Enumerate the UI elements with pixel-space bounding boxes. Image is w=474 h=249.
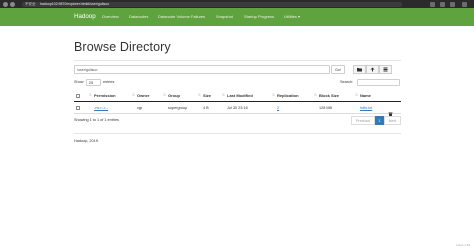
entries-select[interactable]: 25 [86,79,101,86]
header-group[interactable]: Group [168,93,180,98]
sort-icon: ⇅ [132,93,135,97]
sort-icon: ⇅ [314,93,317,97]
upload-icon [370,67,375,72]
search-label: Search: [340,80,354,84]
extension-icon[interactable] [430,1,435,7]
cell-last-modified: Jul 30 23:16 [227,105,248,110]
select-all-checkbox[interactable] [76,94,80,98]
go-button[interactable]: Go! [331,65,345,74]
top-navbar: Hadoop Overview Datanodes Datanode Volum… [0,8,474,26]
cell-block-size: 128 MB [319,105,333,110]
create-directory-button[interactable] [353,65,366,74]
nav-overview[interactable]: Overview [102,8,119,26]
directory-input[interactable]: /user/gulisuo [74,65,330,74]
sort-icon: ⇅ [222,93,225,97]
table-header: Permission ⇅ Owner ⇅ Group ⇅ Size ⇅ Last… [74,90,401,102]
browser-toolbar: 不安全 hadoop102:9870/explorer.html#/user/g… [0,0,474,8]
nav-utilities[interactable]: Utilities ▾ [284,8,300,26]
nav-datanodes[interactable]: Datanodes [129,8,148,26]
page-1-button[interactable]: 1 [375,116,384,125]
sort-icon: ⇅ [89,93,92,97]
nav-volume-failures[interactable]: Datanode Volume Failures [158,8,205,26]
favorites-icon[interactable] [440,1,445,7]
security-label[interactable]: 不安全 [25,1,36,7]
next-page-button[interactable]: Next [384,116,401,125]
header-divider [74,60,401,61]
list-icon [383,67,388,72]
search-input[interactable] [357,79,400,86]
nav-startup-progress[interactable]: Startup Progress [244,8,274,26]
show-label: Show [74,80,84,84]
header-block-size[interactable]: Block Size [319,93,339,98]
page-header: Browse Directory [74,40,401,54]
cell-name[interactable]: hdfs.txt [360,106,372,110]
header-replication[interactable]: Replication [277,93,299,98]
sort-icon: ⇅ [198,93,201,97]
navbar-brand[interactable]: Hadoop [74,8,96,26]
row-checkbox[interactable] [76,106,80,110]
page-title: Browse Directory [74,40,171,54]
sort-icon: ⇅ [272,93,275,97]
footer-divider [74,133,401,134]
previous-page-button[interactable]: Previous [351,116,375,125]
upload-button[interactable] [366,65,379,74]
header-owner[interactable]: Owner [137,93,149,98]
address-url[interactable]: hadoop102:9870/explorer.html#/user/gulis… [40,1,109,7]
system-tray-text: Linux x 64 [456,243,470,247]
header-name[interactable]: Name [360,93,371,98]
showing-entries-text: Showing 1 to 1 of 1 entries [74,118,119,122]
sort-icon: ⇅ [163,93,166,97]
cell-permission[interactable]: -rw-r--r-- [94,106,108,110]
sort-icon: ⇅ [355,93,358,97]
folder-icon [357,68,362,72]
menu-icon[interactable] [462,1,467,7]
header-permission[interactable]: Permission [94,93,116,98]
nav-snapshot[interactable]: Snapshot [216,8,233,26]
back-icon[interactable] [3,1,8,7]
cell-replication[interactable]: 2 [277,106,279,110]
entries-label: entries [103,80,115,84]
cell-group: supergroup [168,105,188,110]
cell-size: 4 B [203,105,209,110]
reload-icon[interactable] [10,1,15,7]
table-row: -rw-r--r-- xgr supergroup 4 B Jul 30 23:… [74,102,401,118]
header-last-modified[interactable]: Last Modified [227,93,253,98]
cell-owner: xgr [137,105,143,110]
header-size[interactable]: Size [203,93,211,98]
footer-copyright: Hadoop, 2019. [74,139,99,143]
profile-icon[interactable] [450,1,455,7]
cut-paste-button[interactable] [379,65,392,74]
